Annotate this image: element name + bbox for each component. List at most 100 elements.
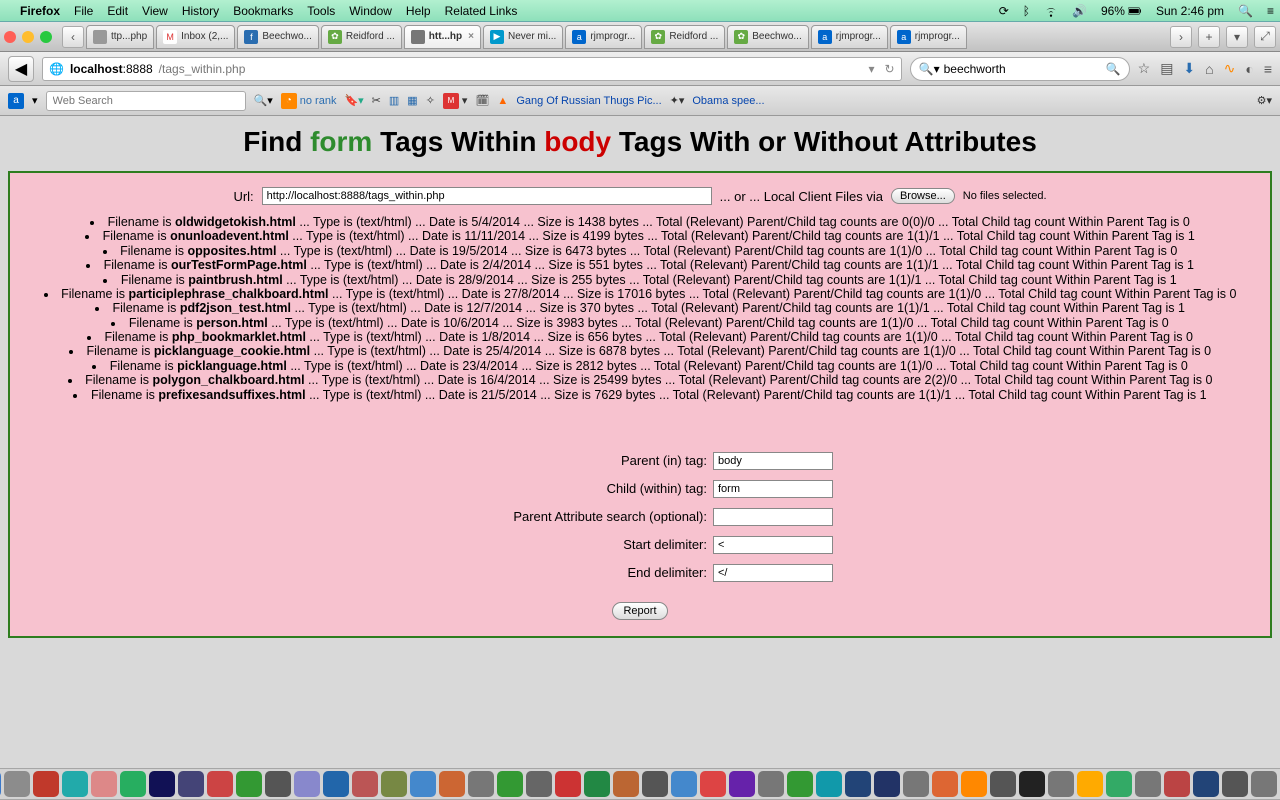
report-button[interactable]: Report	[612, 602, 667, 620]
back-button[interactable]: ◀	[8, 56, 34, 82]
reader-icon[interactable]: ▤	[1160, 60, 1173, 77]
fullscreen-button[interactable]: ⤢	[1254, 26, 1276, 48]
menu-tools[interactable]: Tools	[307, 4, 335, 18]
browser-tab[interactable]: arjmprogr...	[565, 25, 642, 49]
dock-app-icon[interactable]	[671, 771, 697, 797]
amazon-icon[interactable]: a	[8, 93, 24, 109]
bm-doc1-icon[interactable]: ▥	[389, 94, 399, 107]
browser-tab[interactable]: arjmprogr...	[811, 25, 888, 49]
browser-tab[interactable]: fBeechwo...	[237, 25, 318, 49]
bm-star-icon[interactable]: ✧	[426, 94, 435, 107]
dock-app-icon[interactable]	[729, 771, 755, 797]
hamburger-menu-icon[interactable]: ≡	[1264, 61, 1272, 77]
menu-related[interactable]: Related Links	[445, 4, 518, 18]
dock-app-icon[interactable]	[555, 771, 581, 797]
wifi-icon[interactable]	[1044, 4, 1058, 18]
search-input[interactable]: 🔍▾ beechworth 🔍	[910, 57, 1130, 81]
bookmark-star-icon[interactable]: ☆	[1138, 60, 1151, 77]
menu-bookmarks[interactable]: Bookmarks	[233, 4, 293, 18]
browser-tab[interactable]: ttp...php	[86, 25, 154, 49]
tab-scroll-right[interactable]: ›	[1170, 26, 1192, 48]
dock-app-icon[interactable]	[410, 771, 436, 797]
parent-tag-input[interactable]	[713, 452, 833, 470]
start-delim-input[interactable]	[713, 536, 833, 554]
tab-scroll-left[interactable]: ‹	[62, 26, 84, 48]
bm-link-1[interactable]: Gang Of Russian Thugs Pic...	[516, 95, 661, 107]
dock-app-icon[interactable]	[613, 771, 639, 797]
dock-app-icon[interactable]	[1164, 771, 1190, 797]
sync-icon[interactable]: ⟳	[999, 4, 1009, 18]
bm-cal-icon[interactable]: 🗓	[475, 94, 489, 107]
dock-app-icon[interactable]	[1251, 771, 1277, 797]
browser-tab[interactable]: ✿Reidford ...	[644, 25, 725, 49]
browser-tab[interactable]: ✿Reidford ...	[321, 25, 402, 49]
bm-wand-icon[interactable]: ✦▾	[670, 94, 685, 107]
new-tab-button[interactable]: +	[1198, 26, 1220, 48]
toolbar-gear-icon[interactable]: ⚙▾	[1257, 94, 1272, 107]
tab-close-icon[interactable]: ×	[468, 31, 474, 42]
dock-app-icon[interactable]	[845, 771, 871, 797]
dock-app-icon[interactable]	[787, 771, 813, 797]
toolbar-chevron-icon[interactable]: ▾	[32, 94, 38, 107]
dock-app-icon[interactable]	[758, 771, 784, 797]
dock-app-icon[interactable]	[961, 771, 987, 797]
dock-app-icon[interactable]	[903, 771, 929, 797]
toolbar-search-chevron[interactable]: 🔍▾	[254, 94, 273, 107]
shield-icon[interactable]: ◐	[1245, 61, 1253, 77]
dock-app-icon[interactable]	[526, 771, 552, 797]
dock-app-icon[interactable]	[1106, 771, 1132, 797]
menu-file[interactable]: File	[74, 4, 93, 18]
menu-window[interactable]: Window	[349, 4, 392, 18]
dock-app-icon[interactable]	[1135, 771, 1161, 797]
dock-app-icon[interactable]	[1048, 771, 1074, 797]
bluetooth-icon[interactable]: ᛒ	[1023, 4, 1030, 18]
dock-app-icon[interactable]	[236, 771, 262, 797]
dock-app-icon[interactable]	[1222, 771, 1248, 797]
dock-app-icon[interactable]	[439, 771, 465, 797]
tab-overflow-button[interactable]: ▾	[1226, 26, 1248, 48]
url-field[interactable]	[262, 187, 712, 205]
zoom-window-button[interactable]	[40, 31, 52, 43]
bm-clip-icon[interactable]: ✂	[372, 94, 381, 107]
dock-app-icon[interactable]	[381, 771, 407, 797]
dock-app-icon[interactable]	[584, 771, 610, 797]
feed-icon[interactable]: ∿	[1224, 60, 1236, 77]
child-tag-input[interactable]	[713, 480, 833, 498]
browser-tab[interactable]: htt...hp×	[404, 25, 481, 49]
dock-app-icon[interactable]	[468, 771, 494, 797]
browser-tab[interactable]: MInbox (2,...	[156, 25, 235, 49]
bm-flame-icon[interactable]: ▲	[497, 95, 508, 107]
menu-edit[interactable]: Edit	[107, 4, 128, 18]
dock-app-icon[interactable]	[0, 771, 1, 797]
spotlight-icon[interactable]: 🔍	[1238, 4, 1253, 18]
dock-app-icon[interactable]	[816, 771, 842, 797]
bm-doc2-icon[interactable]: ▦	[407, 94, 417, 107]
dock-app-icon[interactable]	[874, 771, 900, 797]
dock-app-icon[interactable]	[178, 771, 204, 797]
no-rank-link[interactable]: no rank	[300, 95, 337, 107]
gmail-icon[interactable]: M	[443, 93, 459, 109]
minimize-window-button[interactable]	[22, 31, 34, 43]
dock-app-icon[interactable]	[497, 771, 523, 797]
home-icon[interactable]: ⌂	[1205, 61, 1213, 77]
dock-app-icon[interactable]	[1077, 771, 1103, 797]
dock-app-icon[interactable]	[323, 771, 349, 797]
dock-app-icon[interactable]	[120, 771, 146, 797]
dock-app-icon[interactable]	[700, 771, 726, 797]
dock-app-icon[interactable]	[265, 771, 291, 797]
end-delim-input[interactable]	[713, 564, 833, 582]
browser-tab[interactable]: ✿Beechwo...	[727, 25, 808, 49]
close-window-button[interactable]	[4, 31, 16, 43]
dock-app-icon[interactable]	[62, 771, 88, 797]
browser-tab[interactable]: ▶Never mi...	[483, 25, 563, 49]
notifications-icon[interactable]: ≡	[1267, 4, 1274, 18]
app-name[interactable]: Firefox	[20, 4, 60, 18]
menu-view[interactable]: View	[142, 4, 168, 18]
menu-history[interactable]: History	[182, 4, 219, 18]
dock-app-icon[interactable]	[207, 771, 233, 797]
battery-status[interactable]: 96%	[1101, 4, 1142, 18]
url-input[interactable]: 🌐 localhost:8888/tags_within.php ▾ ↻	[42, 57, 902, 81]
dock-app-icon[interactable]	[1193, 771, 1219, 797]
dock-app-icon[interactable]	[4, 771, 30, 797]
menu-help[interactable]: Help	[406, 4, 431, 18]
